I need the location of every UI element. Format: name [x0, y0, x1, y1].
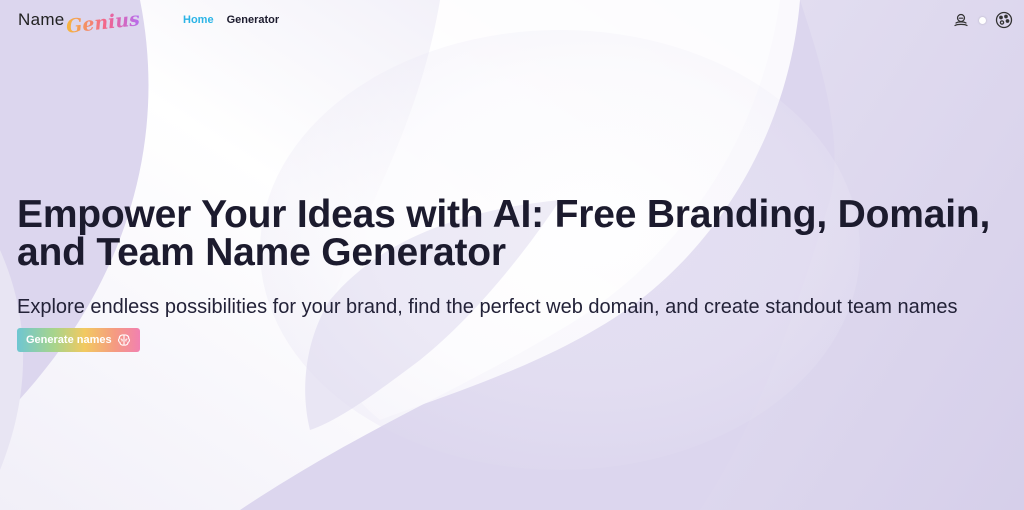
- generate-names-button[interactable]: Generate names: [17, 328, 140, 352]
- hero-subtitle: Explore endless possibilities for your b…: [17, 296, 958, 318]
- logo[interactable]: Name Genius: [18, 6, 141, 40]
- hero-title-line1: Empower Your Ideas with AI: Free Brandin…: [17, 193, 991, 236]
- palette-icon[interactable]: [994, 10, 1014, 30]
- nav-icons: [951, 10, 1014, 30]
- theme-toggle-icon[interactable]: [979, 16, 986, 24]
- nav-link-home[interactable]: Home: [183, 14, 214, 26]
- page: Name Genius Home Generator Empower Your …: [0, 0, 1024, 510]
- hero-title: Empower Your Ideas with AI: Free Brandin…: [17, 193, 1017, 274]
- hero-title-line2: and Team Name Generator: [17, 231, 506, 274]
- nav-link-generator[interactable]: Generator: [227, 14, 280, 26]
- brain-icon: [117, 334, 130, 346]
- nav-links: Home Generator: [183, 14, 279, 26]
- ai-agent-icon[interactable]: [951, 10, 971, 30]
- logo-genius-text: Genius: [64, 8, 141, 38]
- hero-section: Empower Your Ideas with AI: Free Brandin…: [17, 193, 1017, 352]
- top-nav: Name Genius Home Generator: [0, 0, 1024, 42]
- generate-names-label: Generate names: [26, 334, 112, 346]
- logo-name-text: Name: [18, 10, 65, 29]
